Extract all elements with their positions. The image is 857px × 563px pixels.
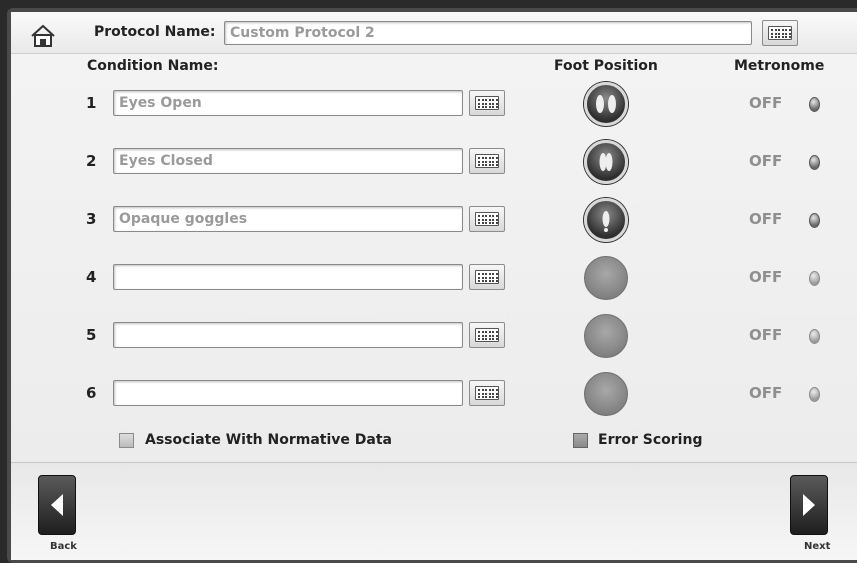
footer-bar [11,462,857,560]
metronome-header: Metronome [734,58,825,74]
foot-position-button[interactable] [584,198,628,242]
foot-position-button[interactable] [584,82,628,126]
protocol-name-label: Protocol Name: [94,24,216,40]
error-scoring-label: Error Scoring [598,432,703,448]
row-number: 1 [86,94,97,112]
row-number: 3 [86,210,97,228]
foot-position-button[interactable] [584,372,628,416]
left-arrow-icon [51,494,63,516]
error-scoring-checkbox[interactable] [573,433,588,448]
metronome-status: OFF [749,384,783,402]
single-foot-icon [587,201,625,243]
right-arrow-icon [803,494,815,516]
keyboard-icon [475,96,499,110]
keyboard-icon [475,270,499,284]
row-number: 4 [86,268,97,286]
metronome-status: OFF [749,326,783,344]
condition-name-header: Condition Name: [87,58,219,74]
back-label: Back [50,541,77,552]
next-label: Next [804,541,831,552]
condition-name-input[interactable] [113,264,463,290]
keyboard-icon [475,386,499,400]
keyboard-icon [475,328,499,342]
condition-keyboard-button[interactable] [469,322,505,348]
keyboard-icon [475,154,499,168]
next-button[interactable] [790,475,828,535]
condition-name-input[interactable] [113,90,463,116]
foot-position-button[interactable] [584,256,628,300]
feet-apart-icon [587,85,625,127]
condition-name-input[interactable] [113,148,463,174]
condition-keyboard-button[interactable] [469,264,505,290]
foot-position-header: Foot Position [554,58,658,74]
keyboard-icon [475,212,499,226]
row-number: 5 [86,326,97,344]
foot-position-button[interactable] [584,314,628,358]
normative-data-checkbox[interactable] [119,433,134,448]
metronome-toggle[interactable] [809,213,820,228]
condition-keyboard-button[interactable] [469,148,505,174]
row-number: 2 [86,152,97,170]
condition-name-input[interactable] [113,206,463,232]
keyboard-icon [768,26,792,40]
condition-keyboard-button[interactable] [469,380,505,406]
metronome-toggle[interactable] [809,271,820,286]
metronome-toggle[interactable] [809,329,820,344]
protocol-name-input[interactable] [224,21,752,45]
metronome-status: OFF [749,94,783,112]
row-number: 6 [86,384,97,402]
metronome-status: OFF [749,152,783,170]
metronome-toggle[interactable] [809,387,820,402]
metronome-status: OFF [749,210,783,228]
protocol-keyboard-button[interactable] [762,20,798,46]
home-icon[interactable] [30,24,56,48]
back-button[interactable] [38,475,76,535]
feet-together-icon [587,143,625,185]
foot-position-button[interactable] [584,140,628,184]
normative-data-label: Associate With Normative Data [145,432,392,448]
metronome-toggle[interactable] [809,155,820,170]
metronome-toggle[interactable] [809,97,820,112]
condition-name-input[interactable] [113,380,463,406]
condition-keyboard-button[interactable] [469,90,505,116]
condition-keyboard-button[interactable] [469,206,505,232]
condition-name-input[interactable] [113,322,463,348]
metronome-status: OFF [749,268,783,286]
